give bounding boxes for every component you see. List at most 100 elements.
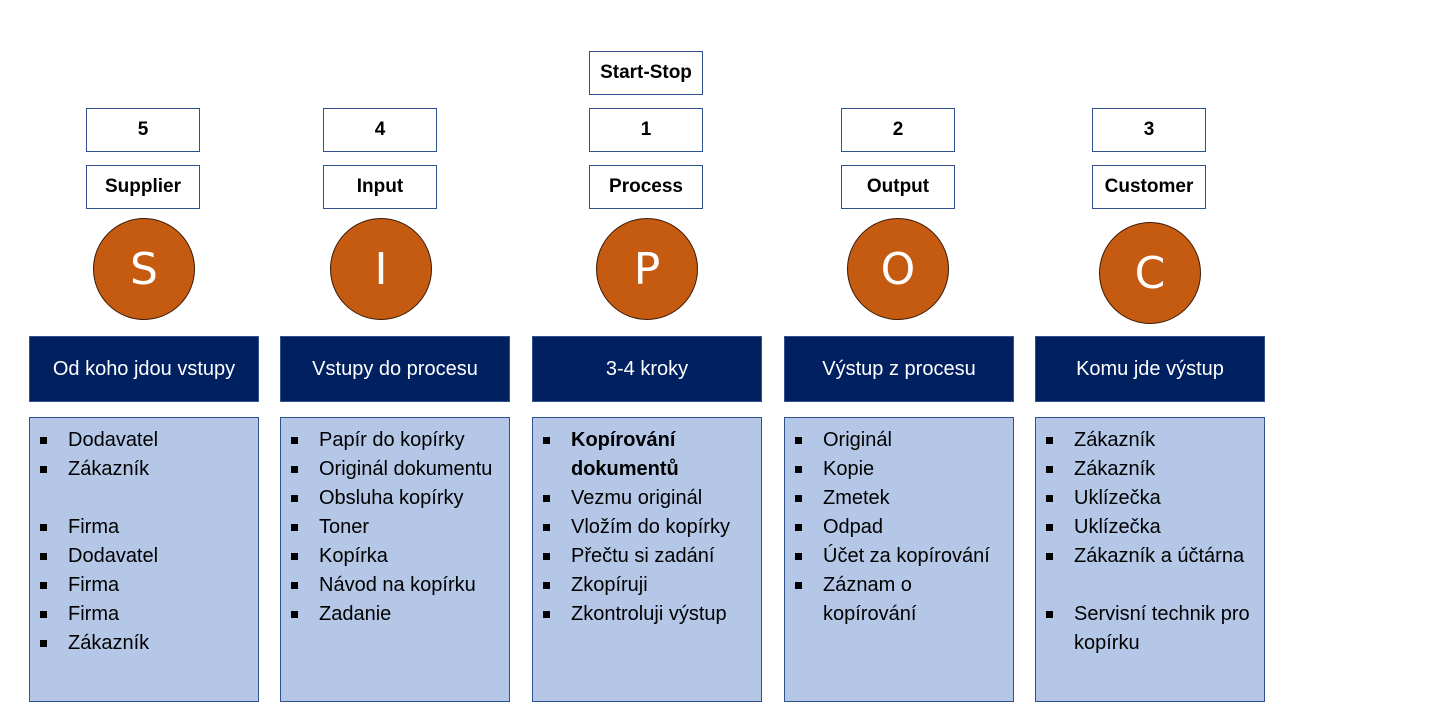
- list-item: Vložím do kopírky: [543, 513, 757, 542]
- list-item: Kopie: [795, 455, 1009, 484]
- list-item-text: Zákazník: [1074, 429, 1156, 451]
- list-item: Dodavatel: [40, 426, 254, 455]
- square-bullet-icon: [543, 437, 550, 444]
- supplier-content-box: Dodavatel Zákazník Firma Dodavatel Firma Firm…: [29, 417, 259, 702]
- square-bullet-icon: [795, 582, 802, 589]
- list-item: Zadanie: [291, 600, 505, 629]
- list-item-text: Zákazník: [1074, 458, 1156, 480]
- square-bullet-icon: [543, 582, 550, 589]
- customer-list: Zákazník Zákazník Uklízečka Uklízečka Zákazn…: [1046, 426, 1260, 658]
- list-item: Originál: [795, 426, 1009, 455]
- list-item-text: Účet za kopírování: [823, 545, 990, 567]
- square-bullet-icon: [40, 640, 47, 647]
- square-bullet-icon: [40, 553, 47, 560]
- supplier-header: Od koho jdou vstupy: [29, 336, 259, 402]
- start-stop-label: Start-Stop: [589, 51, 703, 95]
- output-order-box: 2: [841, 108, 955, 152]
- output-header: Výstup z procesu: [784, 336, 1014, 402]
- list-item: Firma: [40, 571, 254, 600]
- process-list: Kopírování dokumentů Vezmu originál Vložím…: [543, 426, 757, 629]
- list-item-text: Originál: [823, 429, 892, 451]
- list-spacer: [1046, 571, 1260, 600]
- list-item-text: Papír do kopírky: [319, 429, 465, 451]
- output-list: Originál Kopie Zmetek Odpad Účet za kopírová…: [795, 426, 1009, 629]
- square-bullet-icon: [1046, 466, 1053, 473]
- list-item-text: Firma: [68, 603, 120, 625]
- list-item-text: Zkontroluji výstup: [571, 603, 727, 625]
- process-letter-circle: P: [596, 218, 698, 320]
- list-item: Zákazník: [40, 629, 254, 658]
- square-bullet-icon: [291, 495, 298, 502]
- customer-name-box: Customer: [1092, 165, 1206, 209]
- list-item: Dodavatel: [40, 542, 254, 571]
- list-item-text: Servisní technik pro kopírku: [1074, 603, 1250, 654]
- list-item: Návod na kopírku: [291, 571, 505, 600]
- list-item: Kopírování dokumentů: [543, 426, 757, 484]
- square-bullet-icon: [795, 437, 802, 444]
- list-item-text: Kopie: [823, 458, 875, 480]
- list-item: Vezmu originál: [543, 484, 757, 513]
- square-bullet-icon: [40, 437, 47, 444]
- supplier-list: Dodavatel Zákazník Firma Dodavatel Firma Firm…: [40, 426, 254, 658]
- input-name-box: Input: [323, 165, 437, 209]
- list-item-text: Návod na kopírku: [319, 574, 476, 596]
- list-item-text: Zmetek: [823, 487, 890, 509]
- square-bullet-icon: [543, 553, 550, 560]
- square-bullet-icon: [40, 582, 47, 589]
- list-item-text: Zadanie: [319, 603, 392, 625]
- square-bullet-icon: [291, 553, 298, 560]
- list-item-text: Záznam o kopírování: [823, 574, 917, 625]
- list-item: Zkopíruji: [543, 571, 757, 600]
- supplier-order-box: 5: [86, 108, 200, 152]
- list-item: Papír do kopírky: [291, 426, 505, 455]
- list-item-text: Firma: [68, 516, 120, 538]
- list-item: Firma: [40, 513, 254, 542]
- square-bullet-icon: [1046, 553, 1053, 560]
- customer-letter-circle: C: [1099, 222, 1201, 324]
- square-bullet-icon: [291, 524, 298, 531]
- list-item-text: Zákazník: [68, 458, 150, 480]
- square-bullet-icon: [795, 524, 802, 531]
- square-bullet-icon: [543, 524, 550, 531]
- list-item: Přečtu si zadání: [543, 542, 757, 571]
- input-header: Vstupy do procesu: [280, 336, 510, 402]
- square-bullet-icon: [291, 582, 298, 589]
- list-item: Odpad: [795, 513, 1009, 542]
- square-bullet-icon: [1046, 524, 1053, 531]
- list-item: Zákazník: [1046, 455, 1260, 484]
- list-item: Zmetek: [795, 484, 1009, 513]
- process-order-box: 1: [589, 108, 703, 152]
- list-item: Firma: [40, 600, 254, 629]
- list-item: Obsluha kopírky: [291, 484, 505, 513]
- list-item-text: Kopírování dokumentů: [571, 429, 679, 480]
- list-item: Záznam o kopírování: [795, 571, 1009, 629]
- list-item-text: Vezmu originál: [571, 487, 703, 509]
- list-item-text: Uklízečka: [1074, 487, 1161, 509]
- list-item-text: Kopírka: [319, 545, 388, 567]
- list-spacer: [40, 484, 254, 513]
- supplier-letter-circle: S: [93, 218, 195, 320]
- output-letter-circle: O: [847, 218, 949, 320]
- list-item-text: Vložím do kopírky: [571, 516, 730, 538]
- square-bullet-icon: [291, 611, 298, 618]
- input-content-box: Papír do kopírky Originál dokumentu Obsluh…: [280, 417, 510, 702]
- list-item: Účet za kopírování: [795, 542, 1009, 571]
- list-item: Zákazník: [1046, 426, 1260, 455]
- square-bullet-icon: [291, 466, 298, 473]
- output-content-box: Originál Kopie Zmetek Odpad Účet za kopírová…: [784, 417, 1014, 702]
- square-bullet-icon: [1046, 495, 1053, 502]
- list-item: Originál dokumentu: [291, 455, 505, 484]
- list-item-text: Zákazník a účtárna: [1074, 545, 1245, 567]
- list-item: Servisní technik pro kopírku: [1046, 600, 1260, 658]
- list-item-text: Přečtu si zadání: [571, 545, 715, 567]
- square-bullet-icon: [543, 495, 550, 502]
- customer-content-box: Zákazník Zákazník Uklízečka Uklízečka Zákazn…: [1035, 417, 1265, 702]
- square-bullet-icon: [40, 611, 47, 618]
- square-bullet-icon: [1046, 437, 1053, 444]
- list-item-text: Dodavatel: [68, 545, 159, 567]
- list-item-text: Originál dokumentu: [319, 458, 493, 480]
- supplier-name-box: Supplier: [86, 165, 200, 209]
- square-bullet-icon: [291, 437, 298, 444]
- list-item: Uklízečka: [1046, 484, 1260, 513]
- list-item-text: Firma: [68, 574, 120, 596]
